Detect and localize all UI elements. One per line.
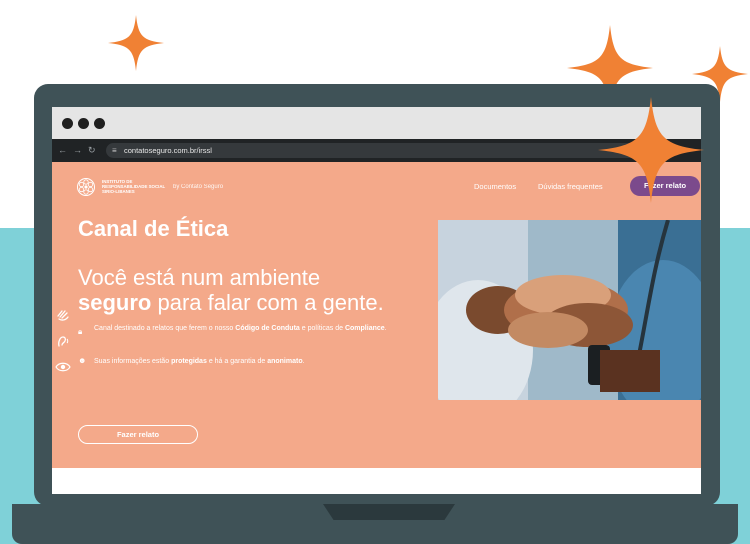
bullet-emphasis: protegidas [171, 358, 207, 365]
hands-together-photo [438, 220, 701, 400]
page-title: Canal de Ética [78, 216, 229, 241]
institute-logo-icon [77, 178, 95, 196]
nav-link-duvidas[interactable]: Dúvidas frequentes [538, 182, 603, 191]
bullet-privacy: Suas informações estão protegidas e há a… [94, 356, 404, 367]
provider-credit: by Contato Seguro [173, 184, 224, 190]
institute-logo-text: INSTITUTO DE RESPONSABILIDADE SOCIAL SIR… [102, 179, 172, 195]
bullet-emphasis: Compliance [344, 325, 385, 332]
bullet-emphasis: anonimato [267, 358, 303, 365]
user-icon: ☻ [78, 356, 87, 365]
laptop-notch [323, 504, 455, 520]
nav-link-documentos[interactable]: Documentos [474, 182, 516, 191]
lock-icon: 🔒︎ [78, 327, 83, 336]
bullet-text: Suas informações estão [94, 358, 170, 365]
web-page: INSTITUTO DE RESPONSABILIDADE SOCIAL SIR… [52, 162, 701, 494]
sparkle-icon [108, 15, 164, 71]
hero-subtitle: Você está num ambiente seguro para falar… [78, 265, 408, 315]
window-maximize-button[interactable] [94, 118, 105, 129]
bullet-text: Canal destinado a relatos que ferem o no… [94, 325, 234, 332]
sparkle-icon [598, 97, 704, 203]
hero-report-button[interactable]: Fazer relato [78, 425, 198, 444]
bullet-emphasis: Código de Conduta [235, 325, 300, 332]
subtitle-emphasis: seguro [78, 290, 152, 315]
bullet-text: e há a garantia de [208, 358, 266, 365]
logo-line: SIRIO-LIBANES [102, 189, 135, 195]
window-minimize-button[interactable] [78, 118, 89, 129]
sign-language-icon[interactable] [56, 308, 70, 322]
subtitle-text: Você está num ambiente [78, 265, 321, 290]
bullet-conduct: Canal destinado a relatos que ferem o no… [94, 323, 404, 334]
site-settings-icon[interactable]: ≡ [112, 144, 117, 157]
subtitle-text: para falar com a gente. [157, 290, 384, 315]
window-close-button[interactable] [62, 118, 73, 129]
audio-icon[interactable] [56, 334, 70, 348]
url-text: contatoseguro.com.br/irssl [124, 146, 212, 155]
arrow-right-icon[interactable]: → [73, 143, 82, 157]
reload-icon[interactable]: ↻ [88, 143, 96, 157]
laptop-base [12, 504, 738, 544]
bullet-text: . [384, 325, 387, 332]
eye-icon[interactable] [55, 360, 71, 374]
bullet-text: . [302, 358, 305, 365]
bullet-text: e políticas de [301, 325, 344, 332]
url-field[interactable]: ≡ contatoseguro.com.br/irssl [106, 143, 666, 158]
arrow-left-icon[interactable]: ← [58, 143, 67, 157]
